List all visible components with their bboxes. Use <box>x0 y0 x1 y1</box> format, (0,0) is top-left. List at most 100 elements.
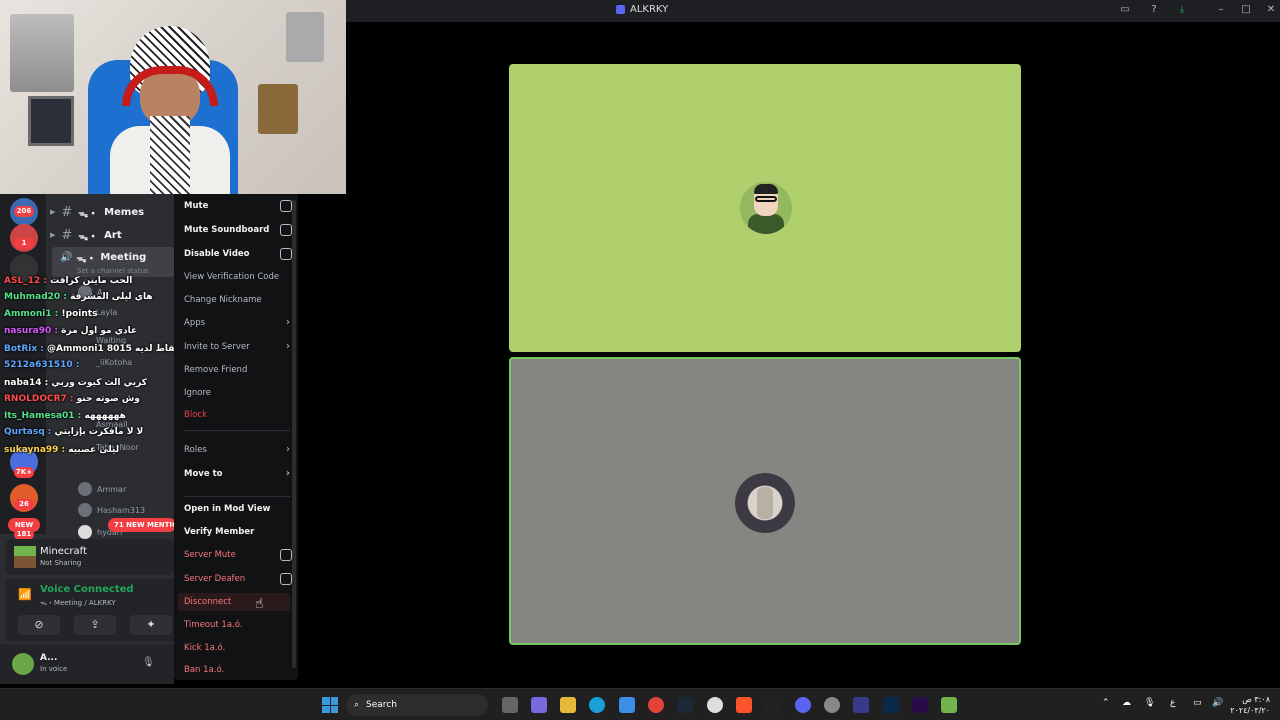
checkbox-icon[interactable] <box>280 200 292 212</box>
checkbox-icon[interactable] <box>280 549 292 561</box>
menu-item-server-mute[interactable]: Server Mute <box>184 546 292 564</box>
microphone-icon[interactable]: 🎙 <box>142 657 155 668</box>
checkbox-icon[interactable] <box>280 573 292 585</box>
menu-item-mute[interactable]: Mute <box>184 197 292 215</box>
voice-user[interactable]: Hasham313 <box>78 502 145 518</box>
app-logo-icon <box>616 5 625 14</box>
camera-off-button[interactable]: ⊘ <box>18 615 60 635</box>
task-view-icon[interactable] <box>502 697 518 713</box>
download-icon[interactable]: ⤓ <box>1175 3 1189 17</box>
checkbox-icon[interactable] <box>280 248 292 260</box>
menu-item-change-nickname[interactable]: Change Nickname <box>184 291 290 309</box>
volume-icon[interactable]: 🔊 <box>1212 698 1223 708</box>
menu-item-disconnect[interactable]: Disconnect <box>178 593 290 611</box>
menu-item-roles[interactable]: Roles › <box>184 441 290 459</box>
chat-text: عادي مو اول مرة <box>61 326 138 336</box>
video-tile[interactable] <box>509 64 1021 352</box>
avatar[interactable] <box>12 653 34 675</box>
mic-tray-icon[interactable]: 🎙 <box>1144 698 1155 708</box>
voice-user-name: Ammar <box>97 484 127 494</box>
activity-name: Minecraft <box>40 546 87 557</box>
video-tile-speaking[interactable] <box>509 357 1021 645</box>
menu-item-disable-video[interactable]: Disable Video <box>184 245 292 263</box>
signal-icon: 📶 <box>18 588 32 601</box>
search-label: Search <box>366 700 397 710</box>
app-icon[interactable] <box>853 697 869 713</box>
menu-item-label: Remove Friend <box>184 365 248 375</box>
channel-status[interactable]: Set a channel status <box>77 267 149 275</box>
menu-item-open-in-mod-view[interactable]: Open in Mod View <box>184 500 290 518</box>
brave-icon[interactable] <box>736 697 752 713</box>
menu-item-timeout-1a[interactable]: Timeout 1a.ó. <box>184 616 290 634</box>
chat-text: الحب مايتن كرافت <box>50 276 133 286</box>
chat-text: كريي الث كيوت وربي <box>51 378 147 388</box>
help-icon[interactable]: ? <box>1147 3 1161 17</box>
menu-item-apps[interactable]: Apps › <box>184 314 290 332</box>
minimize-icon[interactable]: – <box>1214 3 1228 17</box>
discord-icon[interactable] <box>795 697 811 713</box>
chrome-icon[interactable] <box>648 697 664 713</box>
display-icon[interactable]: ▭ <box>1193 698 1202 708</box>
maximize-icon[interactable]: □ <box>1239 3 1253 17</box>
copilot-icon[interactable] <box>531 697 547 713</box>
username[interactable]: A... <box>40 653 57 663</box>
chat-message: RNOLDOCR7 : وش صوته حنو <box>4 394 140 407</box>
voice-status[interactable]: Voice Connected <box>40 584 134 595</box>
menu-item-label: Move to <box>184 469 223 479</box>
menu-item-kick-1a[interactable]: Kick 1a.ó. <box>184 639 290 657</box>
store-icon[interactable] <box>619 697 635 713</box>
window-title-text: ALKRKY <box>630 4 669 15</box>
menu-item-server-deafen[interactable]: Server Deafen <box>184 570 292 588</box>
activity-panel[interactable]: Minecraft Not Sharing <box>6 539 174 575</box>
menu-item-label: Change Nickname <box>184 295 262 305</box>
settings-icon[interactable] <box>707 697 723 713</box>
menu-item-verify-member[interactable]: Verify Member <box>184 523 290 541</box>
menu-item-ban-1a[interactable]: Ban 1a.ó. <box>184 661 290 679</box>
activities-button[interactable]: ✦ <box>130 615 172 635</box>
checkbox-icon[interactable] <box>280 224 292 236</box>
channel-art[interactable]: ▶ # ᯓ・ Art <box>50 225 122 245</box>
channel-memes[interactable]: ▶ # ᯓ・ Memes <box>50 202 144 222</box>
voice-channel-meeting[interactable]: 🔊 ᯓ・ Meeting Set a channel status <box>52 247 174 277</box>
premiere-icon[interactable] <box>912 697 928 713</box>
photoshop-icon[interactable] <box>883 697 899 713</box>
taskbar-search[interactable]: ⌕ Search <box>346 694 488 716</box>
voice-channel-path[interactable]: ᯓ・Meeting / ALKRKY <box>40 598 116 608</box>
edge-icon[interactable] <box>589 697 605 713</box>
chat-message: Qurtasq : لا لا مافكرت بإزايتي <box>4 427 143 440</box>
avatar <box>78 503 92 517</box>
channel-prefix: ᯓ・ <box>78 231 99 243</box>
voice-user[interactable]: Ammar <box>78 481 126 497</box>
new-mentions-pill[interactable]: 71 NEW MENTIONS <box>108 518 174 532</box>
framed-award <box>28 96 74 146</box>
menu-item-remove-friend[interactable]: Remove Friend <box>184 361 290 379</box>
menu-scrollbar[interactable] <box>292 200 296 668</box>
cloud-icon[interactable]: ☁ <box>1122 698 1131 708</box>
capcut-icon[interactable] <box>765 697 781 713</box>
steam-icon[interactable] <box>677 697 693 713</box>
menu-item-mute-soundboard[interactable]: Mute Soundboard <box>184 221 292 239</box>
taskbar-clock[interactable]: ٣:٠٨ ص ٢٠٢٤/٠٣/٢٠ <box>1230 694 1270 716</box>
file-explorer-icon[interactable] <box>560 697 576 713</box>
menu-item-invite-to-server[interactable]: Invite to Server › <box>184 338 290 356</box>
voice-user-name: Hasham313 <box>97 505 146 515</box>
menu-item-move-to[interactable]: Move to › <box>184 465 290 483</box>
screen: ALKRKY ▭ ? ⤓ – □ ✕ 206 1 7K+ 26 NEW 181 … <box>0 0 1280 720</box>
keyboard-language[interactable]: ع <box>1170 698 1175 708</box>
menu-item-label: Apps <box>184 318 206 328</box>
menu-item-label: Roles <box>184 445 207 455</box>
obs-icon[interactable] <box>824 697 840 713</box>
menu-item-ignore[interactable]: Ignore <box>184 384 290 402</box>
minecraft-icon[interactable] <box>941 697 957 713</box>
server-badge: 1 <box>14 238 34 249</box>
menu-item-block[interactable]: Block <box>184 406 290 424</box>
tray-chevron-icon[interactable]: ⌃ <box>1102 698 1110 708</box>
user-status: In voice <box>40 665 68 673</box>
screen-share-icon[interactable]: ▭ <box>1118 3 1132 17</box>
menu-item-view-verification-code[interactable]: View Verification Code <box>184 268 290 286</box>
voice-user[interactable]: Layla <box>96 304 117 320</box>
screen-share-button[interactable]: ⇪ <box>74 615 116 635</box>
close-icon[interactable]: ✕ <box>1264 3 1278 17</box>
chat-message: naba14 : كريي الث كيوت وربي <box>4 378 147 391</box>
windows-start-icon[interactable] <box>322 697 338 713</box>
